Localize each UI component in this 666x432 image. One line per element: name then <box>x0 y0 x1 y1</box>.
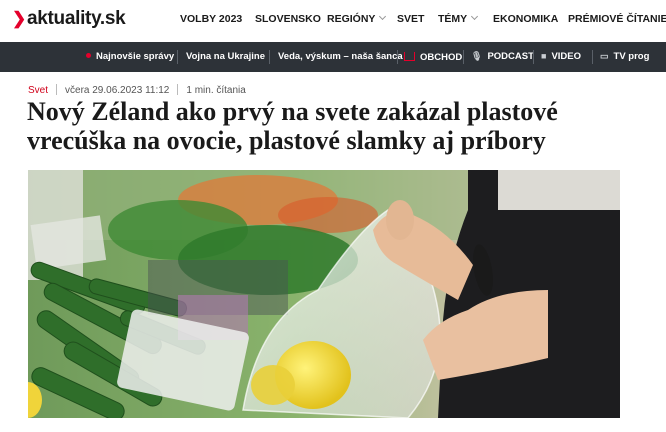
subnav-item-najnovsie[interactable]: Najnovšie správy <box>86 51 174 62</box>
nav-item-slovensko[interactable]: SLOVENSKO <box>255 13 321 25</box>
nav-item-svet[interactable]: SVET <box>397 13 424 25</box>
subnav-item-podcast[interactable]: 🎙︎ PODCAST <box>471 51 534 62</box>
nav-item-temy[interactable]: TÉMY <box>438 12 479 25</box>
chevron-down-icon <box>379 12 387 21</box>
publish-date: včera 29.06.2023 11:12 <box>65 85 170 96</box>
divider <box>177 50 178 64</box>
divider <box>592 50 593 64</box>
divider <box>533 50 534 64</box>
divider <box>269 50 270 64</box>
logo-chevron-icon: ❯ <box>12 9 26 28</box>
nav-item-premiove-citanie[interactable]: PRÉMIOVÉ ČÍTANIE <box>568 13 666 25</box>
nav-item-volby-2023[interactable]: VOLBY 2023 <box>180 13 242 25</box>
subnav-item-vojna[interactable]: Vojna na Ukrajine <box>186 51 265 62</box>
video-camera-icon: ■ <box>541 51 547 61</box>
divider <box>56 84 58 95</box>
divider <box>463 50 464 64</box>
site-logo[interactable]: ❯aktuality.sk <box>12 8 126 30</box>
subnav-item-video[interactable]: ■ VIDEO <box>541 51 581 62</box>
subnav-item-obchod[interactable]: OBCHOD <box>404 51 462 63</box>
read-time: 1 min. čítania <box>186 85 246 96</box>
top-header: ❯aktuality.sk VOLBY 2023 SLOVENSKO REGIÓ… <box>0 0 666 42</box>
nav-item-regiony[interactable]: REGIÓNY <box>327 12 387 25</box>
microphone-icon: 🎙︎ <box>471 51 483 61</box>
article-hero-image <box>28 170 620 418</box>
tv-icon: ▭ <box>600 51 609 61</box>
live-dot-icon <box>86 53 91 58</box>
divider <box>397 50 398 64</box>
article-headline: Nový Zéland ako prvý na svete zakázal pl… <box>27 97 558 155</box>
divider <box>177 84 179 95</box>
shop-icon <box>404 52 415 61</box>
article-meta: Svet včera 29.06.2023 11:12 1 min. čítania <box>28 82 246 96</box>
subnav-item-veda[interactable]: Veda, výskum – naša šanca <box>278 51 403 62</box>
category-link[interactable]: Svet <box>28 85 48 96</box>
nav-item-ekonomika[interactable]: EKONOMIKA <box>493 13 558 25</box>
subnav-item-tv-program[interactable]: ▭ TV prog <box>600 51 649 62</box>
chevron-down-icon <box>471 12 479 21</box>
secondary-nav: Najnovšie správy Vojna na Ukrajine Veda,… <box>0 42 666 72</box>
